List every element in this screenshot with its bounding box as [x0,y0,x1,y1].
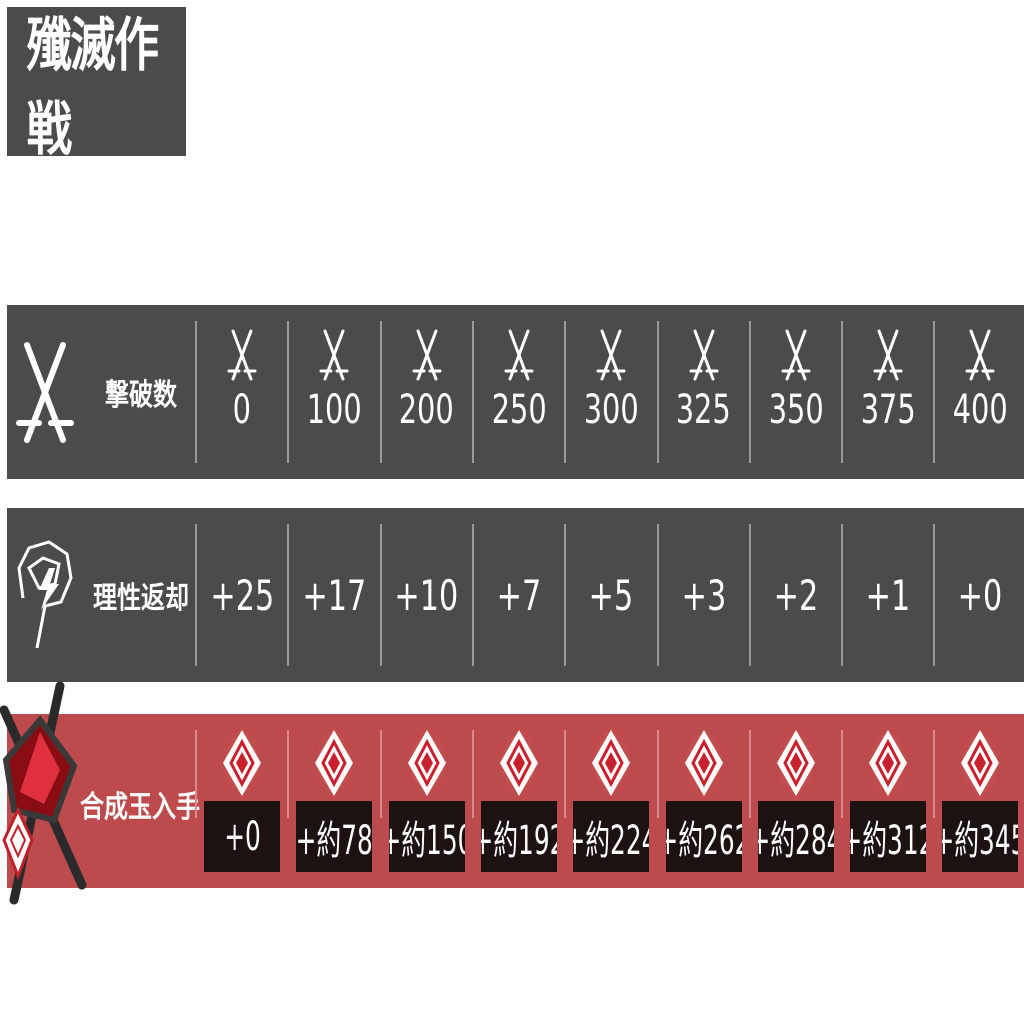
orundum-cell-4: +約224 [565,714,657,888]
orundum-value-pill: +約312 [850,801,927,872]
orundum-value: +約345 [942,817,1018,864]
crossed-swords-icon [227,325,257,385]
orundum-gem-icon [495,726,542,800]
kills-value: 325 [676,387,731,433]
orundum-cell-7: +約312 [842,714,934,888]
kills-value: 300 [583,387,639,433]
kills-value: 375 [860,387,916,433]
sanity-value: +10 [394,570,459,620]
kills-value: 200 [399,387,455,433]
orundum-value: +約78 [296,817,373,864]
crossed-swords-icon [781,325,811,385]
kills-label: 撃破数 [105,378,177,413]
orundum-label: 合成玉入手 [80,790,200,825]
page-title-text: 殲滅作戦 [26,10,160,163]
orundum-value-pill: +約78 [296,801,373,872]
orundum-cell-6: +約284 [750,714,842,888]
sanity-cell-1: +17 [288,508,380,682]
kills-cell-7: 375 [842,305,934,479]
crossed-swords-icon [319,325,349,385]
orundum-value: +約224 [573,817,649,864]
sanity-cell-6: +2 [750,508,842,682]
brain-bolt-icon [17,540,73,649]
orundum-crystal-icon [0,681,87,905]
kills-value: 0 [232,387,252,433]
orundum-cell-2: +約150 [381,714,473,888]
kills-cell-4: 300 [565,305,657,479]
orundum-value-pill: +約284 [757,801,834,872]
crossed-swords-icon [689,325,719,385]
sanity-value: +2 [773,570,819,620]
kills-cell-5: 325 [658,305,750,479]
sanity-row: 理性返却 +25 +17 +10 +7 +5 +3 +2 +1 +0 [7,508,1024,682]
orundum-value-pill: +約150 [388,801,465,872]
sanity-cell-5: +3 [658,508,750,682]
kills-row: 撃破数 0 100 200 250 300 325 350 375 400 [7,305,1024,479]
page-title: 殲滅作戦 [7,7,186,163]
orundum-cell-1: +約78 [288,714,380,888]
kills-cell-1: 100 [288,305,380,479]
crossed-swords-icon [16,342,74,443]
kills-value: 100 [306,387,362,433]
sanity-label: 理性返却 [93,581,189,616]
orundum-gem-icon [588,726,635,800]
sanity-value: +1 [865,570,911,620]
crossed-swords-icon [596,325,626,385]
crossed-swords-icon [504,325,534,385]
sanity-cell-2: +10 [381,508,473,682]
sanity-value: +17 [302,570,367,620]
orundum-value: +約192 [481,817,557,864]
sanity-value: +0 [958,570,1003,620]
orundum-cell-3: +約192 [473,714,565,888]
sanity-value: +3 [681,570,726,620]
orundum-gem-icon [680,726,727,800]
sanity-cell-7: +1 [842,508,934,682]
orundum-value-pill: +0 [204,801,280,872]
sanity-cell-4: +5 [565,508,657,682]
sanity-cell-8: +0 [934,508,1024,682]
orundum-gem-icon [219,726,265,800]
orundum-value: +約262 [666,817,742,864]
sanity-cell-0: +25 [196,508,288,682]
sanity-value: +7 [496,570,542,620]
orundum-row: 合成玉入手 +0 +約78 +約150 +約192 +約224 +約262 +約284 +約3… [7,714,1024,888]
kills-cell-8: 400 [934,305,1024,479]
kills-value: 250 [491,387,547,433]
kills-value: 400 [952,387,1008,433]
crossed-swords-icon [965,325,995,385]
orundum-value: +約150 [389,817,465,864]
orundum-value-pill: +約192 [480,801,557,872]
sanity-value: +25 [210,570,274,620]
orundum-cell-0: +0 [196,714,288,888]
orundum-gem-icon [311,726,358,800]
orundum-gem-icon [865,726,912,800]
orundum-value: +約312 [850,817,926,864]
kills-cell-6: 350 [750,305,842,479]
kills-cell-3: 250 [473,305,565,479]
sanity-cell-3: +7 [473,508,565,682]
sanity-value: +5 [588,570,634,620]
orundum-cell-8: +約345 [934,714,1024,888]
kills-cell-0: 0 [196,305,288,479]
crossed-swords-icon [412,325,442,385]
crossed-swords-icon [873,325,903,385]
orundum-value: +約284 [758,817,834,864]
orundum-gem-icon [403,726,450,800]
orundum-value-pill: +約224 [573,801,650,872]
orundum-cell-5: +約262 [658,714,750,888]
orundum-gem-icon [957,726,1004,800]
orundum-value-pill: +約345 [942,801,1019,872]
kills-cell-2: 200 [381,305,473,479]
orundum-value: +0 [223,813,261,860]
orundum-gem-icon [772,726,819,800]
orundum-value-pill: +約262 [665,801,742,872]
kills-value: 350 [768,387,824,433]
